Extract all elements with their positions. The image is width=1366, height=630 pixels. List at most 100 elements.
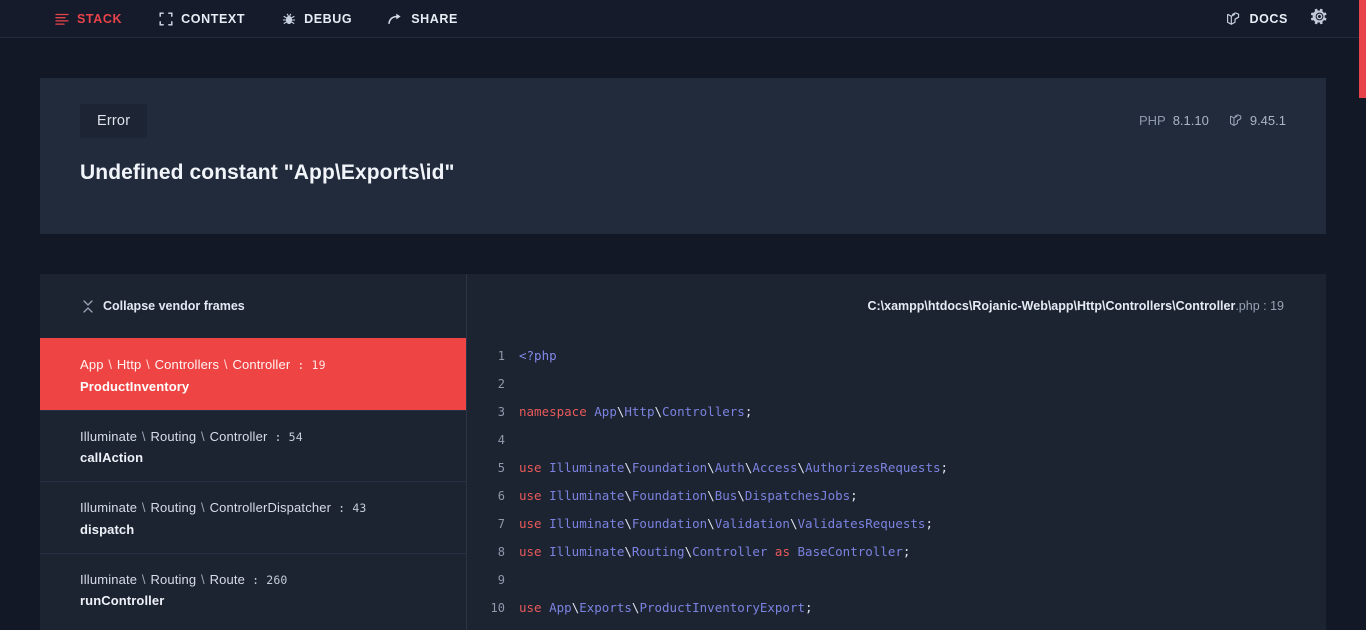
tab-context-label: CONTEXT <box>181 11 246 26</box>
code-file-path: C:\xampp\htdocs\Rojanic-Web\app\Http\Con… <box>467 274 1326 338</box>
code-line-number: 5 <box>497 461 505 475</box>
code-lines: 1 <?php 2 3 namespace App\Http\Controllers; 4… <box>467 338 1326 630</box>
collapse-vertical-icon <box>82 299 94 313</box>
namespace-segment: Illuminate <box>80 428 138 444</box>
code-line-content: <?php <box>519 342 557 370</box>
laravel-version: 9.45.1 <box>1229 113 1286 128</box>
collapse-vendor-frames-label: Collapse vendor frames <box>103 299 245 313</box>
stack-frame-item[interactable]: Illuminate \ Routing \ ControllerDispatc… <box>40 481 466 553</box>
stack-frame-method: callAction <box>80 450 144 465</box>
namespace-separator: \ <box>104 357 116 372</box>
stack-frame-item[interactable]: Illuminate \ Routing \ Route : 260 runCon… <box>40 552 466 625</box>
page-scrollbar-thumb[interactable] <box>1359 0 1366 98</box>
stack-frame-class: Illuminate \ Routing \ Controller : 54 <box>80 427 446 447</box>
code-line: 5 use Illuminate\Foundation\Auth\Access\A… <box>467 454 1326 482</box>
code-line-content: use Maatwebsite\Excel\Facades\Excel; <box>519 622 790 630</box>
namespace-separator: \ <box>138 428 150 444</box>
namespace-segment: Illuminate <box>80 500 138 515</box>
crop-frame-icon <box>158 11 173 26</box>
docs-link[interactable]: DOCS <box>1212 0 1302 38</box>
error-message-title: Undefined constant "App\Exports\id" <box>80 161 455 184</box>
namespace-separator: \ <box>197 571 209 587</box>
tab-stack[interactable]: STACK <box>36 0 140 38</box>
code-line: 3 namespace App\Http\Controllers; <box>467 398 1326 426</box>
namespace-segment: Routing <box>150 500 197 515</box>
code-line: 2 <box>467 370 1326 398</box>
code-line: 7 use Illuminate\Foundation\Validation\Va… <box>467 510 1326 538</box>
namespace-separator: \ <box>220 357 232 372</box>
code-line: 6 use Illuminate\Foundation\Bus\Dispatche… <box>467 482 1326 510</box>
code-line-number: 1 <box>497 349 505 363</box>
namespace-separator: \ <box>138 500 150 515</box>
stack-frame-item[interactable]: Illuminate \ Routing \ Controller : 54 ca… <box>40 409 466 482</box>
code-line: 9 <box>467 566 1326 594</box>
stack-frame-line-number: : 43 <box>331 501 367 515</box>
namespace-separator: \ <box>197 428 209 444</box>
code-line-number: 8 <box>497 545 505 559</box>
namespace-separator: \ <box>138 571 150 587</box>
docs-label: DOCS <box>1249 11 1288 26</box>
page-content: Error PHP 8.1.10 9.45.1 Undefined consta… <box>0 78 1366 630</box>
code-file-extension: .php <box>1235 299 1260 313</box>
code-line-content: use App\Exports\ProductInventoryExport; <box>519 600 813 615</box>
stack-frame-class: Illuminate \ Routing \ ControllerDispatc… <box>80 498 446 518</box>
code-line-content: use Illuminate\Foundation\Bus\Dispatches… <box>519 488 858 503</box>
namespace-segment: Controllers <box>154 357 220 372</box>
php-label: PHP <box>1138 113 1166 128</box>
namespace-segment: Routing <box>150 571 197 587</box>
code-line: 1 <?php <box>467 342 1326 370</box>
namespace-segment: Routing <box>150 428 197 444</box>
laravel-version-number: 9.45.1 <box>1249 113 1286 128</box>
tab-debug[interactable]: DEBUG <box>263 0 370 38</box>
nav-right-group: DOCS <box>1212 0 1352 38</box>
code-file-line-number: 19 <box>1270 299 1284 313</box>
tab-context[interactable]: CONTEXT <box>140 0 263 38</box>
stack-frame-class: App \ Http \ Controllers \ Controller : … <box>80 355 446 375</box>
stack-frame-line-number: : 260 <box>245 572 288 587</box>
nav-tab-group: STACK CONTEXT DEBUG SHARE <box>36 0 476 38</box>
collapse-vendor-frames-button[interactable]: Collapse vendor frames <box>82 299 245 313</box>
code-line: 8 use Illuminate\Routing\Controller as Ba… <box>467 538 1326 566</box>
stack-frame-method: ProductInventory <box>80 378 190 394</box>
stack-trace-panel: Collapse vendor frames App \ Http \ Cont… <box>40 274 1326 630</box>
namespace-segment: Route <box>209 571 246 587</box>
error-header-card: Error PHP 8.1.10 9.45.1 Undefined consta… <box>40 78 1326 234</box>
code-line: 10 use App\Exports\ProductInventoryExport… <box>467 594 1326 622</box>
stack-frames-sidebar: Collapse vendor frames App \ Http \ Cont… <box>40 274 467 630</box>
code-line-number: 4 <box>497 433 505 447</box>
settings-button[interactable] <box>1302 0 1336 38</box>
code-line-content: use Illuminate\Foundation\Auth\Access\Au… <box>519 460 949 475</box>
code-line-content: use Illuminate\Foundation\Validation\Val… <box>519 516 933 531</box>
stack-lines-icon <box>54 11 69 26</box>
namespace-separator: \ <box>142 357 154 372</box>
stack-frame-method: runController <box>80 593 165 608</box>
code-line-content: namespace App\Http\Controllers; <box>519 404 753 419</box>
code-line-number: 2 <box>497 377 505 391</box>
stack-frames-list: App \ Http \ Controllers \ Controller : … <box>40 338 466 624</box>
gear-icon <box>1310 8 1328 30</box>
stack-frame-item[interactable]: App \ Http \ Controllers \ Controller : … <box>40 338 466 410</box>
code-line: 4 <box>467 426 1326 454</box>
tab-share[interactable]: SHARE <box>370 0 476 38</box>
code-line-number: 6 <box>497 489 505 503</box>
page-scrollbar-track[interactable] <box>1359 0 1366 630</box>
code-file-line-separator: : <box>1259 299 1271 313</box>
collapse-row: Collapse vendor frames <box>40 274 466 338</box>
php-open-tag: <?php <box>519 348 557 363</box>
laravel-logo-icon <box>1229 114 1243 127</box>
namespace-segment: Http <box>116 357 142 372</box>
code-line-number: 9 <box>497 573 505 587</box>
namespace-segment: ControllerDispatcher <box>209 500 332 515</box>
namespace-segment: Controller <box>232 357 291 372</box>
code-file-path-main: C:\xampp\htdocs\Rojanic-Web\app\Http\Con… <box>867 299 1236 313</box>
code-line-number: 7 <box>497 517 505 531</box>
code-viewer: C:\xampp\htdocs\Rojanic-Web\app\Http\Con… <box>467 274 1326 630</box>
stack-frame-class: Illuminate \ Routing \ Route : 260 <box>80 570 446 590</box>
code-line-content: use Illuminate\Routing\Controller as Bas… <box>519 544 911 559</box>
tab-stack-label: STACK <box>77 11 123 26</box>
stack-frame-line-number: : 54 <box>267 429 303 444</box>
namespace-separator: \ <box>197 500 209 515</box>
namespace-segment: App <box>80 357 104 372</box>
error-type-badge: Error <box>80 104 148 138</box>
code-line: 11use Maatwebsite\Excel\Facades\Excel; <box>467 622 1326 630</box>
